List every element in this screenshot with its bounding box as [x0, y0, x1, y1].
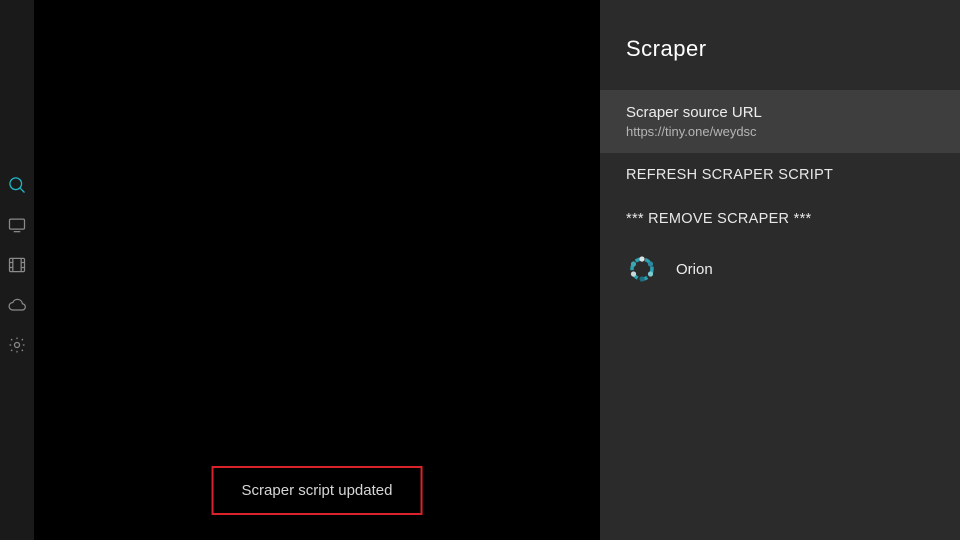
film-icon	[7, 255, 27, 280]
panel-item-remove[interactable]: *** REMOVE SCRAPER ***	[600, 197, 960, 241]
settings-panel: Scraper Scraper source URL https://tiny.…	[600, 0, 960, 540]
toast-message: Scraper script updated	[242, 482, 393, 499]
source-url-value: https://tiny.one/weydsc	[626, 124, 934, 139]
main-area: Scraper script updated	[34, 0, 600, 540]
search-icon	[7, 175, 27, 200]
sidebar-item-movies[interactable]	[6, 256, 28, 278]
panel-list: Scraper source URL https://tiny.one/weyd…	[600, 90, 960, 297]
gear-icon	[7, 335, 27, 360]
sidebar-item-settings[interactable]	[6, 336, 28, 358]
source-url-label: Scraper source URL	[626, 104, 934, 121]
panel-item-orion[interactable]: Orion	[600, 241, 960, 297]
app-root: Scraper script updated Scraper Scraper s…	[0, 0, 960, 540]
toast-notification: Scraper script updated	[212, 466, 423, 515]
cloud-icon	[7, 295, 27, 320]
orion-icon	[626, 253, 658, 285]
sidebar-item-cloud[interactable]	[6, 296, 28, 318]
sidebar	[0, 0, 34, 540]
sidebar-item-tv[interactable]	[6, 216, 28, 238]
monitor-icon	[7, 215, 27, 240]
panel-item-refresh[interactable]: REFRESH SCRAPER SCRIPT	[600, 153, 960, 197]
sidebar-item-search[interactable]	[6, 176, 28, 198]
panel-item-source-url[interactable]: Scraper source URL https://tiny.one/weyd…	[600, 90, 960, 153]
orion-label: Orion	[676, 261, 713, 278]
panel-title: Scraper	[600, 36, 960, 90]
refresh-label: REFRESH SCRAPER SCRIPT	[626, 167, 934, 183]
remove-label: *** REMOVE SCRAPER ***	[626, 211, 934, 227]
